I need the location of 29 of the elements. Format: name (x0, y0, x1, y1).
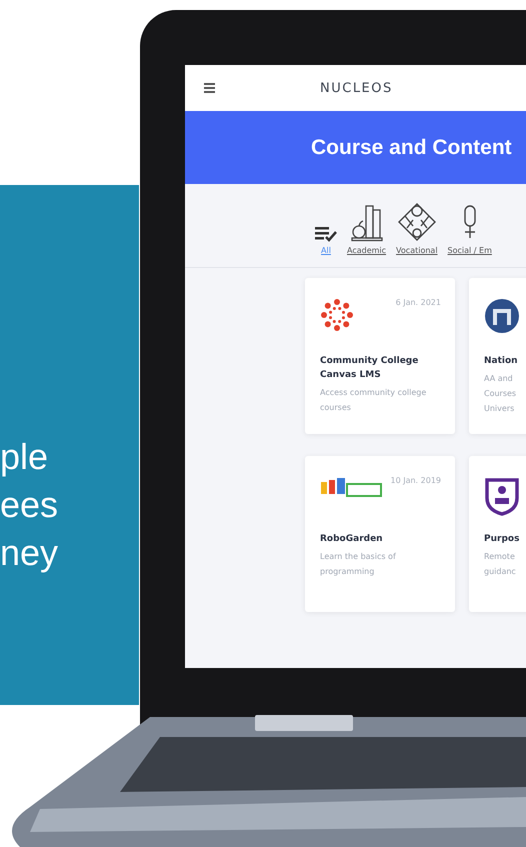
circle-dots-logo-icon (320, 298, 354, 332)
card-title: Nation (484, 355, 519, 368)
tools-icon (396, 202, 437, 242)
panel-text: ney (0, 531, 58, 575)
card-title: RoboGarden (320, 533, 384, 546)
course-card[interactable]: 10 Jan. 2019 RoboGarden Learn the basics of programming (305, 456, 455, 612)
books-apple-icon (350, 204, 384, 242)
course-card[interactable]: Nation AA and Courses Univers (469, 278, 526, 434)
category-tab[interactable]: Vocational (396, 202, 438, 255)
panel-text: ple (0, 435, 48, 479)
panel-text: ees (0, 483, 58, 527)
card-description: Learn the basics of programming (320, 551, 397, 578)
course-card[interactable]: Purpos Remote guidanc (469, 456, 526, 612)
card-description: AA and Courses Univers (484, 373, 518, 415)
menu-icon[interactable] (204, 83, 215, 93)
card-date: 10 Jan. 2019 (390, 476, 441, 485)
course-card[interactable]: 6 Jan. 2021 Community College Canvas LMS Access community college courses (305, 278, 455, 434)
page-title: Course and Content (311, 136, 512, 160)
shield-logo-icon (484, 476, 520, 516)
card-title: Purpos (484, 533, 520, 546)
card-description: Remote guidanc (484, 551, 517, 578)
card-description: Access community college courses (320, 387, 428, 414)
building-seal-icon (484, 298, 520, 334)
card-date: 6 Jan. 2021 (396, 298, 441, 307)
category-tab[interactable]: Academic (347, 204, 386, 255)
card-title: Community College Canvas LMS (320, 355, 420, 382)
app-logo: NUCLEOS (320, 80, 393, 96)
category-tab[interactable]: Social / Em (448, 202, 492, 255)
checklist-icon (315, 226, 337, 242)
